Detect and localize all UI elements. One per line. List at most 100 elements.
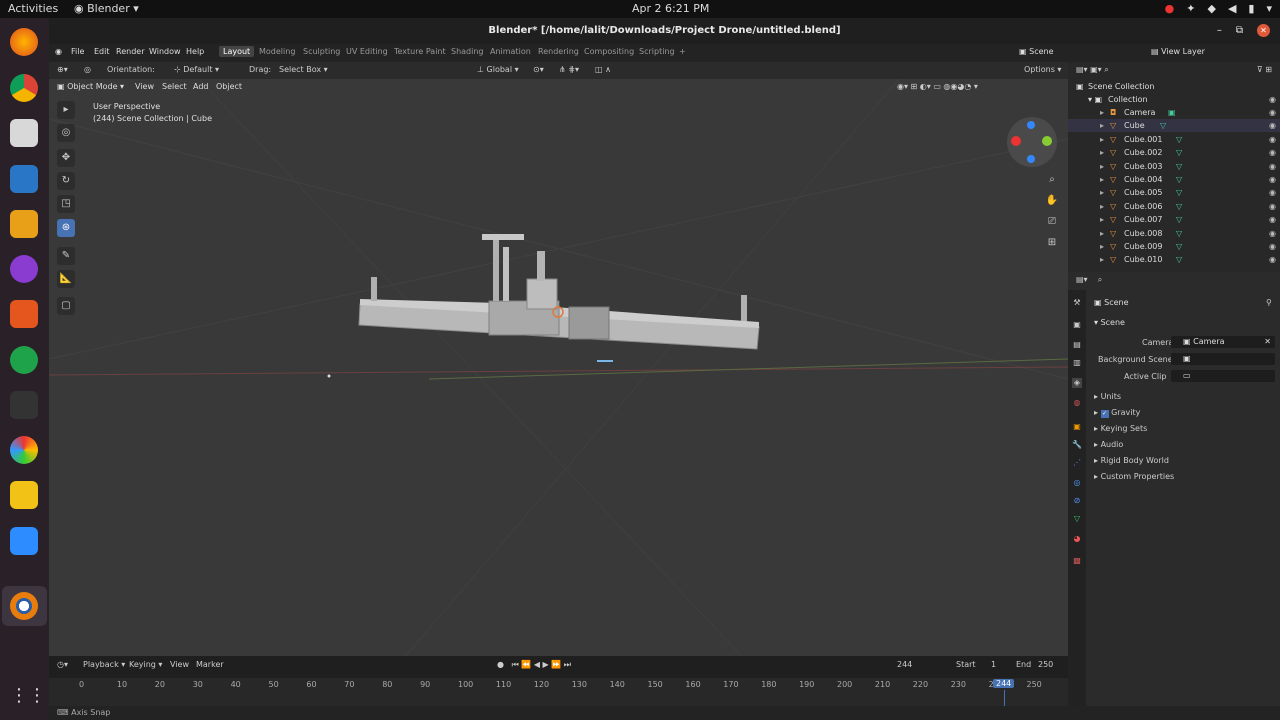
output-tab-icon[interactable]: ▤	[1072, 340, 1082, 350]
modifier-tab-icon[interactable]: 🔧	[1072, 440, 1082, 450]
playhead-frame[interactable]: 244	[993, 679, 1015, 688]
background-scene-field[interactable]: ▣	[1171, 353, 1275, 365]
tab-modeling[interactable]: Modeling	[259, 47, 295, 56]
expand-icon[interactable]: ▸	[1100, 135, 1104, 144]
outliner-item[interactable]: ▸ ▽ Cube.002 ▽ ◉	[1068, 146, 1280, 159]
outliner-collection[interactable]: ▾ ▣ Collection ◉	[1068, 93, 1280, 106]
outliner-header-icons[interactable]: ▤▾ ▣▾ ⌕	[1076, 65, 1109, 75]
outliner-item[interactable]: ▸ ▽ Cube.003 ▽ ◉	[1068, 160, 1280, 173]
minimize-icon[interactable]: –	[1217, 18, 1222, 44]
expand-icon[interactable]: ▸	[1100, 188, 1104, 197]
world-tab-icon[interactable]: ◍	[1072, 398, 1082, 408]
menu-select[interactable]: Select	[162, 82, 187, 91]
x-axis-icon[interactable]	[1011, 136, 1021, 146]
expand-icon[interactable]: ▸	[1100, 162, 1104, 171]
ortho-toggle-icon[interactable]: ⊞	[1044, 237, 1060, 253]
playback-controls[interactable]: ● ⏮ ⏪ ◀ ▶ ⏩ ⏭	[497, 660, 571, 670]
eye-icon[interactable]: ◉	[1269, 121, 1276, 130]
scene-tab-icon[interactable]: ◈	[1072, 378, 1082, 388]
editor-type-icon[interactable]: ⊕▾	[57, 65, 68, 74]
constraints-tab-icon[interactable]: ⊘	[1072, 496, 1082, 506]
zoom-icon[interactable]: ⌕	[1044, 174, 1060, 190]
section-audio[interactable]: ▸ Audio	[1094, 440, 1123, 449]
system-tray[interactable]: ● ✦ ◆ ◀ ▮ ▾	[1165, 2, 1272, 15]
camera-field[interactable]: ▣ Camera ✕	[1171, 336, 1275, 348]
gitkraken-icon[interactable]	[10, 346, 38, 374]
expand-icon[interactable]: ▸	[1100, 108, 1104, 117]
files-icon[interactable]	[10, 119, 38, 147]
eye-icon[interactable]: ◉	[1269, 148, 1276, 157]
render-tab-icon[interactable]: ▣	[1072, 320, 1082, 330]
paint-icon[interactable]	[10, 210, 38, 238]
close-icon[interactable]: ✕	[1257, 24, 1270, 37]
add-cube-tool-icon[interactable]: ▢	[57, 297, 75, 315]
menu-file[interactable]: File	[71, 47, 84, 56]
tool-icon[interactable]: ◎	[84, 65, 91, 74]
navigation-gizmo[interactable]	[1007, 117, 1057, 167]
playback-dropdown[interactable]: Playback ▾	[83, 660, 125, 669]
screenshot-icon[interactable]	[10, 255, 38, 283]
scale-tool-icon[interactable]: ◳	[57, 195, 75, 213]
neg-z-axis-icon[interactable]	[1027, 155, 1035, 163]
section-rigid-body-world[interactable]: ▸ Rigid Body World	[1094, 456, 1169, 465]
annotate-tool-icon[interactable]: ✎	[57, 247, 75, 265]
pin-icon[interactable]: ⚲	[1266, 298, 1272, 307]
eye-icon[interactable]: ◉	[1269, 135, 1276, 144]
scene-panel-header[interactable]: ▾ Scene	[1094, 318, 1125, 327]
expand-icon[interactable]: ▸	[1100, 242, 1104, 251]
eye-icon[interactable]: ◉	[1269, 255, 1276, 264]
outliner-item[interactable]: ▸ ▽ Cube.005 ▽ ◉	[1068, 186, 1280, 199]
3d-viewport[interactable]: User Perspective (244) Scene Collection …	[49, 79, 1068, 664]
expand-icon[interactable]: ▸	[1100, 202, 1104, 211]
expand-icon[interactable]: ▸	[1100, 229, 1104, 238]
keying-dropdown[interactable]: Keying ▾	[129, 660, 162, 669]
pan-icon[interactable]: ✋	[1044, 195, 1060, 211]
tab-texture-paint[interactable]: Texture Paint	[394, 47, 446, 56]
physics-tab-icon[interactable]: ◎	[1072, 478, 1082, 488]
timeline-view-menu[interactable]: View	[170, 660, 189, 669]
timeline-marker-menu[interactable]: Marker	[196, 660, 224, 669]
eye-icon[interactable]: ◉	[1269, 188, 1276, 197]
outliner-item[interactable]: ▸ ▽ Cube.008 ▽ ◉	[1068, 227, 1280, 240]
menu-object[interactable]: Object	[216, 82, 242, 91]
cursor-tool-icon[interactable]: ◎	[57, 124, 75, 142]
eye-icon[interactable]: ◉	[1269, 108, 1276, 117]
pinwheel-icon[interactable]	[10, 436, 38, 464]
y-axis-icon[interactable]	[1042, 136, 1052, 146]
outliner-item[interactable]: ▸ ▽ Cube.001 ▽ ◉	[1068, 133, 1280, 146]
current-frame-field[interactable]: 244	[897, 660, 912, 669]
menu-view[interactable]: View	[135, 82, 154, 91]
restore-icon[interactable]: ⧉	[1236, 18, 1243, 44]
tab-animation[interactable]: Animation	[490, 47, 531, 56]
particles-tab-icon[interactable]: ⋰	[1072, 458, 1082, 468]
eye-icon[interactable]: ◉	[1269, 229, 1276, 238]
end-frame-field[interactable]: 250	[1038, 660, 1053, 669]
clock[interactable]: Apr 2 6:21 PM	[632, 2, 709, 15]
tool-tab-icon[interactable]: ⚒	[1072, 298, 1082, 308]
tab-scripting[interactable]: Scripting	[639, 47, 675, 56]
add-workspace-icon[interactable]: +	[679, 47, 686, 56]
snap-icon[interactable]: ⋔ ⋕▾	[559, 65, 579, 74]
menu-add[interactable]: Add	[193, 82, 209, 91]
expand-icon[interactable]: ▸	[1100, 175, 1104, 184]
eye-icon[interactable]: ◉	[1269, 215, 1276, 224]
software-icon[interactable]	[10, 300, 38, 328]
options-dropdown[interactable]: Options ▾	[1024, 65, 1061, 74]
scene-selector[interactable]: ▣ Scene	[1019, 47, 1054, 56]
eye-icon[interactable]: ◉	[1269, 202, 1276, 211]
outliner-item[interactable]: ▸ ▽ Cube.004 ▽ ◉	[1068, 173, 1280, 186]
menu-window[interactable]: Window	[149, 47, 181, 56]
tab-shading[interactable]: Shading	[451, 47, 484, 56]
outliner-item[interactable]: ▸ ◘ Camera ▣ ◉	[1068, 106, 1280, 119]
writer-icon[interactable]	[10, 165, 38, 193]
section-units[interactable]: ▸ Units	[1094, 392, 1121, 401]
data-tab-icon[interactable]: ▽	[1072, 514, 1082, 524]
expand-icon[interactable]: ▸	[1100, 121, 1104, 130]
app-menu[interactable]: ◉ Blender ▾	[74, 2, 139, 15]
orientation-dropdown[interactable]: ⊹ Default ▾	[174, 65, 219, 74]
timeline-editor-icon[interactable]: ◷▾	[57, 660, 68, 669]
outliner-item[interactable]: ▸ ▽ Cube.007 ▽ ◉	[1068, 213, 1280, 226]
eye-icon[interactable]: ◉	[1269, 175, 1276, 184]
inkscape-icon[interactable]	[10, 391, 38, 419]
chrome-icon[interactable]	[10, 74, 38, 102]
